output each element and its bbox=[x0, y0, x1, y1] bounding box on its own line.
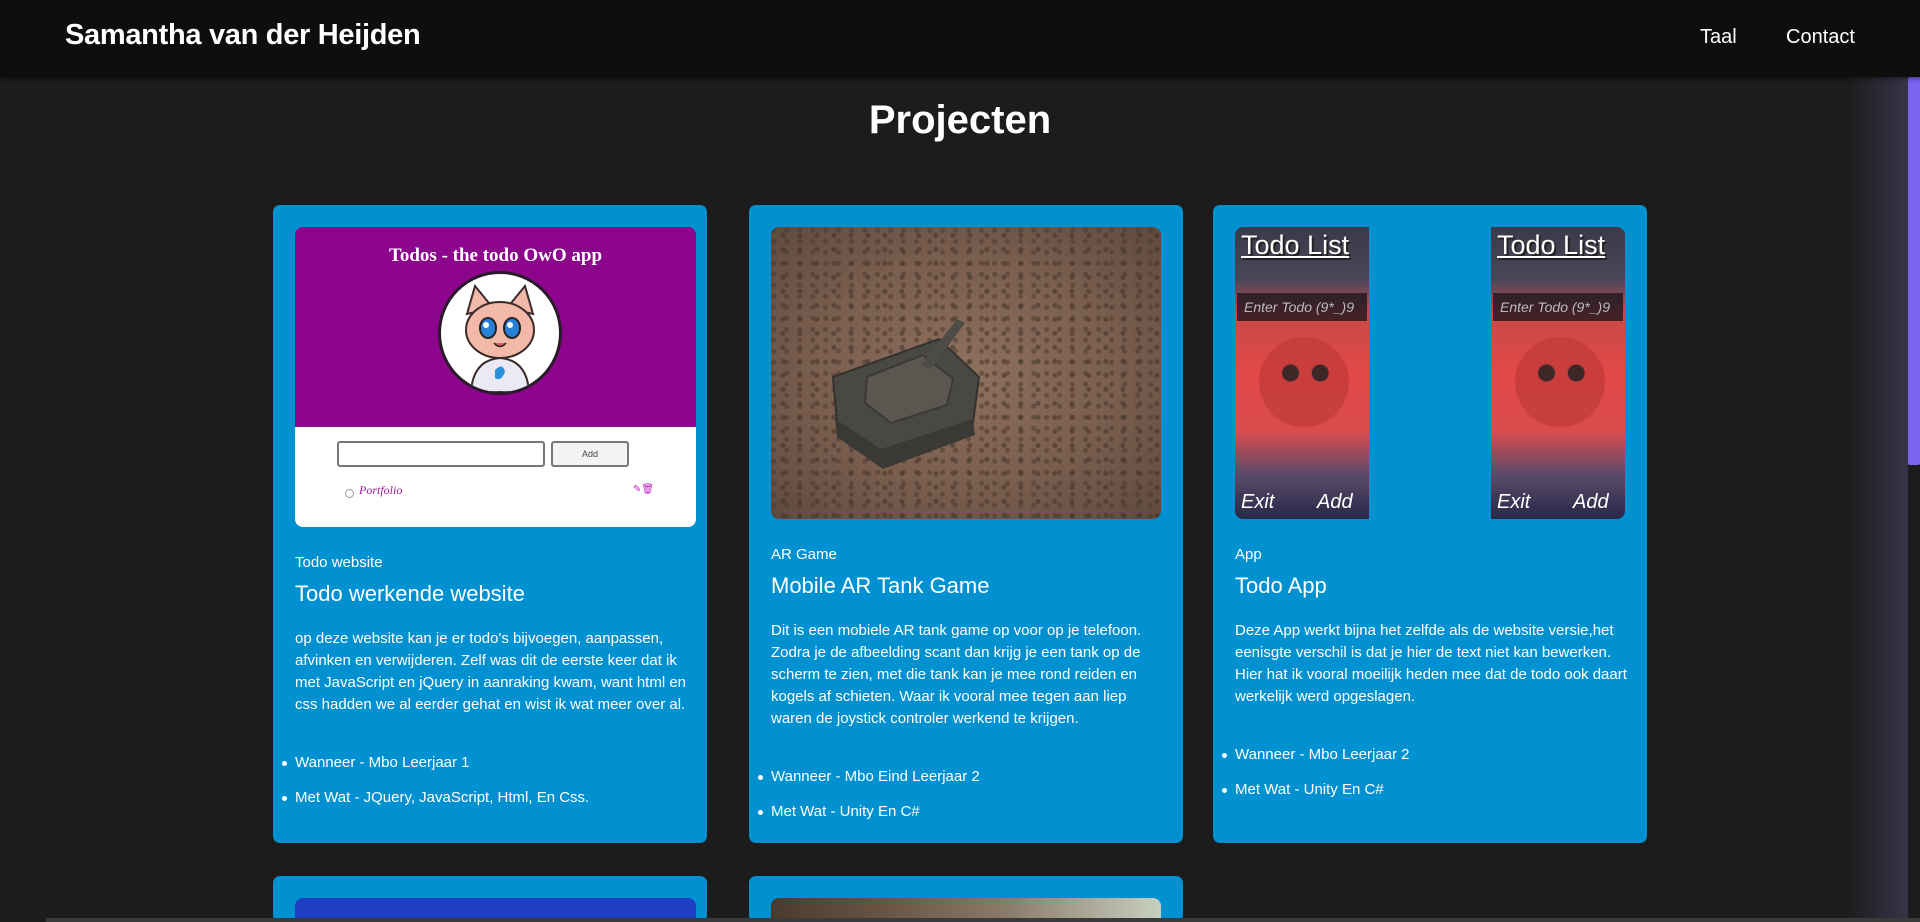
app-add-button: Add bbox=[1317, 491, 1353, 513]
project-image-todo-website: Todos - the todo OwO app Add Portfolio ✎… bbox=[295, 227, 696, 527]
project-title: Todo App bbox=[1235, 573, 1327, 598]
project-description: op deze website kan je er todo's bijvoeg… bbox=[295, 630, 687, 713]
cat-photo-icon bbox=[1259, 337, 1349, 427]
project-description: Dit is een mobiele AR tank game op voor … bbox=[771, 622, 1142, 727]
nav-link-taal[interactable]: Taal bbox=[1700, 26, 1737, 49]
app-screenshot-left: Todo List Enter Todo (9*_)9 Exit Add bbox=[1235, 227, 1369, 519]
project-title: Todo werkende website bbox=[295, 581, 525, 606]
project-category: Todo website bbox=[295, 554, 383, 571]
project-image-todo-app: Todo List Enter Todo (9*_)9 Exit Add Tod… bbox=[1235, 227, 1625, 519]
project-category: AR Game bbox=[771, 546, 837, 563]
edit-delete-icon: ✎🗑 bbox=[633, 484, 655, 495]
app-todo-input: Enter Todo (9*_)9 bbox=[1237, 293, 1367, 321]
app-todo-input: Enter Todo (9*_)9 bbox=[1493, 293, 1623, 321]
todo-input-field[interactable] bbox=[337, 441, 545, 467]
project-details-list: Wanneer - Mbo Eind Leerjaar 2 Met Wat - … bbox=[758, 766, 1171, 836]
project-category: App bbox=[1235, 546, 1262, 563]
project-image-ar-tank bbox=[771, 227, 1161, 519]
navbar: Samantha van der Heijden Taal Contact bbox=[0, 0, 1920, 77]
nav-link-contact[interactable]: Contact bbox=[1786, 26, 1855, 49]
todo-item-text: Portfolio bbox=[359, 483, 403, 497]
cat-photo-icon bbox=[1515, 337, 1605, 427]
project-detail-item: Met Wat - Unity En C# bbox=[758, 801, 1171, 836]
app-exit-button: Exit bbox=[1497, 491, 1531, 513]
todo-app-body: Add Portfolio ✎🗑 bbox=[295, 427, 696, 527]
app-screen-title: Todo List bbox=[1241, 230, 1350, 260]
page-title: Projecten bbox=[868, 98, 1052, 142]
todo-add-button[interactable]: Add bbox=[551, 441, 629, 467]
project-card-todo-app: Todo List Enter Todo (9*_)9 Exit Add Tod… bbox=[1213, 205, 1647, 843]
brand-logo-link[interactable]: Samantha van der Heijden bbox=[65, 19, 421, 52]
project-detail-item: Wanneer - Mbo Leerjaar 1 bbox=[282, 752, 695, 787]
project-detail-item: Met Wat - Unity En C# bbox=[1222, 779, 1635, 814]
project-details-list: Wanneer - Mbo Leerjaar 1 Met Wat - JQuer… bbox=[282, 752, 695, 822]
todo-app-header: Todos - the todo OwO app bbox=[295, 227, 696, 427]
project-card-ar-game: AR Game Mobile AR Tank Game Dit is een m… bbox=[749, 205, 1183, 843]
project-card-partial bbox=[273, 876, 707, 922]
project-description: Deze App werkt bijna het zelfde als de w… bbox=[1235, 622, 1627, 705]
project-detail-item: Wanneer - Mbo Leerjaar 2 bbox=[1222, 744, 1635, 779]
right-edge-shade bbox=[1848, 77, 1908, 922]
project-detail-item: Wanneer - Mbo Eind Leerjaar 2 bbox=[758, 766, 1171, 801]
cat-avatar-icon bbox=[438, 271, 562, 395]
app-add-button: Add bbox=[1573, 491, 1609, 513]
horizontal-scrollbar[interactable] bbox=[46, 918, 1920, 922]
todo-checkbox-icon bbox=[345, 489, 354, 498]
app-screen-title: Todo List bbox=[1497, 230, 1606, 260]
project-detail-item: Met Wat - JQuery, JavaScript, Html, En C… bbox=[282, 787, 695, 822]
project-card-partial bbox=[749, 876, 1183, 922]
tank-model-icon bbox=[831, 319, 981, 469]
project-details-list: Wanneer - Mbo Leerjaar 2 Met Wat - Unity… bbox=[1222, 744, 1635, 814]
app-screenshot-right: Todo List Enter Todo (9*_)9 Exit Add bbox=[1491, 227, 1625, 519]
project-card-todo-website: Todos - the todo OwO app Add Portfolio ✎… bbox=[273, 205, 707, 843]
app-exit-button: Exit bbox=[1241, 491, 1275, 513]
project-title: Mobile AR Tank Game bbox=[771, 573, 990, 598]
todo-app-title: Todos - the todo OwO app bbox=[388, 245, 603, 266]
